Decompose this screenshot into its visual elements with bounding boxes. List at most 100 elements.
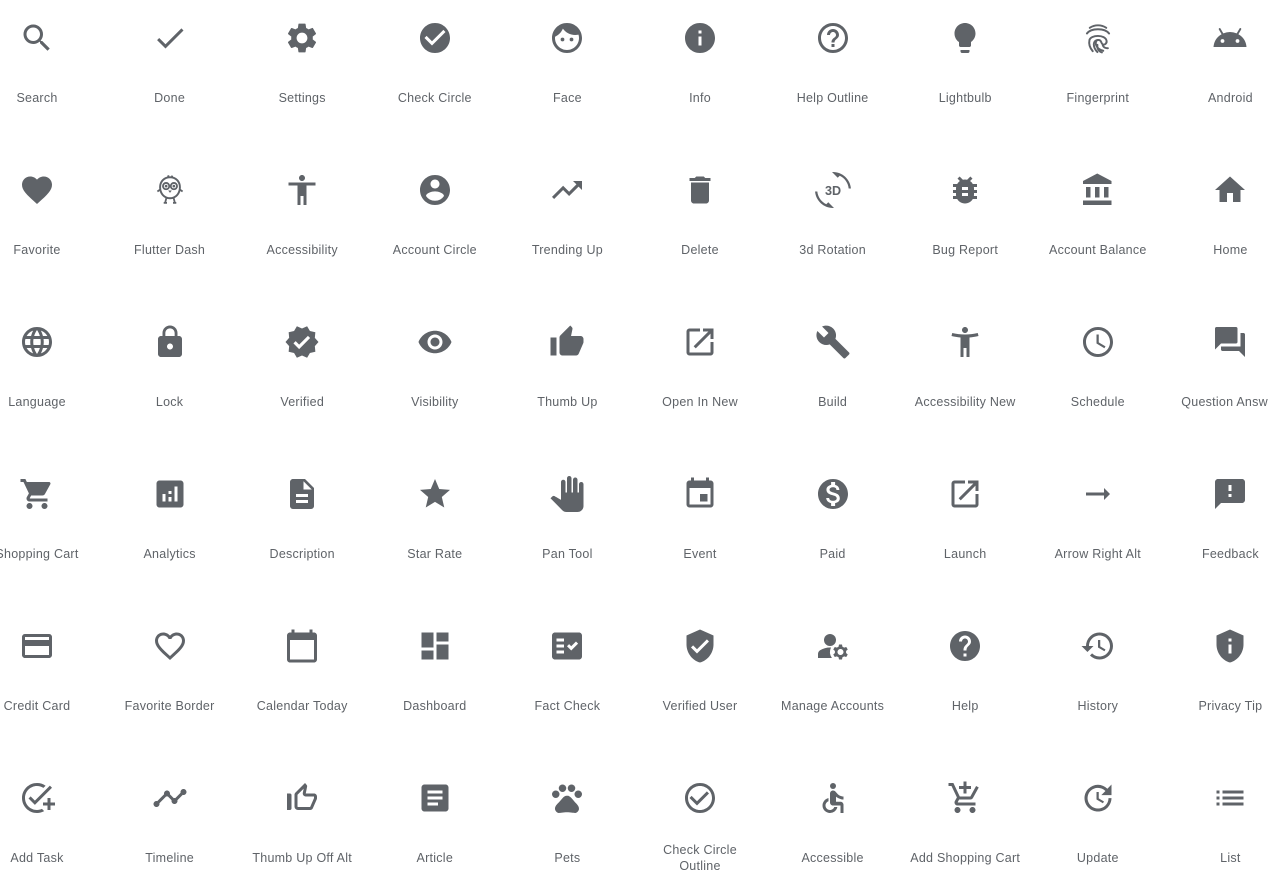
icon-label: Arrow Right Alt [1054, 547, 1141, 561]
icon-label: Android [1207, 91, 1253, 105]
icon-tile-help[interactable]: Help [899, 608, 1031, 760]
verified-icon [284, 324, 320, 360]
icon-tile-favorite[interactable]: Favorite [0, 152, 103, 304]
credit-card-icon [19, 628, 55, 664]
accessibility-icon [284, 172, 320, 208]
icon-tile-done[interactable]: Done [104, 0, 236, 152]
icon-tile-credit-card[interactable]: Credit Card [0, 608, 103, 760]
icon-label: Check Circle [397, 91, 472, 105]
icon-tile-fact-check[interactable]: Fact Check [501, 608, 633, 760]
icon-tile-favorite-border[interactable]: Favorite Border [104, 608, 236, 760]
icon-tile-pan-tool[interactable]: Pan Tool [501, 456, 633, 608]
icon-tile-arrow-right-alt[interactable]: Arrow Right Alt [1032, 456, 1164, 608]
language-icon [19, 324, 55, 360]
icon-tile-add-shopping-cart[interactable]: Add Shopping Cart [899, 760, 1031, 884]
icon-tile-thumb-up-off-alt[interactable]: Thumb Up Off Alt [236, 760, 368, 884]
icon-tile-lightbulb[interactable]: Lightbulb [899, 0, 1031, 152]
icon-tile-3d-rotation[interactable]: 3D 3d Rotation [767, 152, 899, 304]
icon-tile-analytics[interactable]: Analytics [104, 456, 236, 608]
icon-tile-bug-report[interactable]: Bug Report [899, 152, 1031, 304]
icon-label: Paid [819, 547, 846, 561]
icon-tile-accessible[interactable]: Accessible [767, 760, 899, 884]
icon-tile-flutter-dash[interactable]: Flutter Dash [104, 152, 236, 304]
icon-tile-pets[interactable]: Pets [501, 760, 633, 884]
android-icon [1212, 20, 1248, 56]
icon-label: Fingerprint [1066, 91, 1130, 105]
icon-label: Add Shopping Cart [910, 851, 1021, 865]
icon-label: Pets [554, 851, 581, 865]
icon-tile-add-task[interactable]: Add Task [0, 760, 103, 884]
icon-tile-search[interactable]: Search [0, 0, 103, 152]
icon-tile-shopping-cart[interactable]: Shopping Cart [0, 456, 103, 608]
icon-tile-build[interactable]: Build [767, 304, 899, 456]
icon-label: Verified User [662, 699, 738, 713]
icon-tile-accessibility[interactable]: Accessibility [236, 152, 368, 304]
icon-tile-timeline[interactable]: Timeline [104, 760, 236, 884]
icon-tile-thumb-up[interactable]: Thumb Up [501, 304, 633, 456]
icon-tile-launch[interactable]: Launch [899, 456, 1031, 608]
icon-tile-check-circle-outline[interactable]: Check Circle Outline [634, 760, 766, 884]
icon-tile-article[interactable]: Article [369, 760, 501, 884]
help-outline-icon [815, 20, 851, 56]
icon-tile-paid[interactable]: Paid [767, 456, 899, 608]
icon-tile-schedule[interactable]: Schedule [1032, 304, 1164, 456]
icon-tile-star-rate[interactable]: Star Rate [369, 456, 501, 608]
icon-tile-verified[interactable]: Verified [236, 304, 368, 456]
icon-label: Open In New [662, 395, 738, 409]
icon-tile-history[interactable]: History [1032, 608, 1164, 760]
icon-tile-accessibility-new[interactable]: Accessibility New [899, 304, 1031, 456]
icon-tile-lock[interactable]: Lock [104, 304, 236, 456]
check-circle-icon [417, 20, 453, 56]
accessibility-new-icon [947, 324, 983, 360]
icon-tile-question-answer[interactable]: Question Answer [1164, 304, 1268, 456]
icon-label: Privacy Tip [1198, 699, 1263, 713]
icon-tile-account-balance[interactable]: Account Balance [1032, 152, 1164, 304]
icon-tile-android[interactable]: Android [1164, 0, 1268, 152]
description-icon [284, 476, 320, 512]
add-shopping-cart-icon [947, 780, 983, 816]
done-icon [152, 20, 188, 56]
shopping-cart-icon [19, 476, 55, 512]
icon-label: Calendar Today [256, 699, 348, 713]
icon-label: Account Balance [1049, 243, 1147, 257]
icon-tile-verified-user[interactable]: Verified User [634, 608, 766, 760]
icon-tile-delete[interactable]: Delete [634, 152, 766, 304]
icon-tile-info[interactable]: Info [634, 0, 766, 152]
icon-label: Star Rate [407, 547, 463, 561]
icon-label: Info [689, 91, 711, 105]
question-answer-icon [1212, 324, 1248, 360]
icon-tile-trending-up[interactable]: Trending Up [501, 152, 633, 304]
icon-tile-dashboard[interactable]: Dashboard [369, 608, 501, 760]
icon-label: Lock [155, 395, 184, 409]
icon-tile-calendar-today[interactable]: Calendar Today [236, 608, 368, 760]
history-icon [1080, 628, 1116, 664]
schedule-icon [1080, 324, 1116, 360]
icon-label: Question Answer [1181, 395, 1268, 409]
icon-tile-fingerprint[interactable]: Fingerprint [1032, 0, 1164, 152]
icon-tile-list[interactable]: List [1164, 760, 1268, 884]
accessible-icon [815, 780, 851, 816]
icon-tile-face[interactable]: Face [501, 0, 633, 152]
icon-tile-help-outline[interactable]: Help Outline [767, 0, 899, 152]
icon-tile-update[interactable]: Update [1032, 760, 1164, 884]
icon-tile-check-circle[interactable]: Check Circle [369, 0, 501, 152]
icon-label: Pan Tool [542, 547, 593, 561]
icon-tile-description[interactable]: Description [236, 456, 368, 608]
icon-tile-visibility[interactable]: Visibility [369, 304, 501, 456]
icon-tile-home[interactable]: Home [1164, 152, 1268, 304]
icon-tile-language[interactable]: Language [0, 304, 103, 456]
calendar-today-icon [284, 628, 320, 664]
icon-tile-settings[interactable]: Settings [236, 0, 368, 152]
icon-tile-privacy-tip[interactable]: Privacy Tip [1164, 608, 1268, 760]
icon-tile-manage-accounts[interactable]: Manage Accounts [767, 608, 899, 760]
event-icon [682, 476, 718, 512]
icon-tile-account-circle[interactable]: Account Circle [369, 152, 501, 304]
thumb-up-off-alt-icon [284, 780, 320, 816]
svg-text:3D: 3D [825, 184, 841, 198]
icon-tile-event[interactable]: Event [634, 456, 766, 608]
icon-label: Accessibility [266, 243, 338, 257]
icon-tile-open-in-new[interactable]: Open In New [634, 304, 766, 456]
visibility-icon [417, 324, 453, 360]
icon-label: Home [1213, 243, 1248, 257]
icon-tile-feedback[interactable]: Feedback [1164, 456, 1268, 608]
